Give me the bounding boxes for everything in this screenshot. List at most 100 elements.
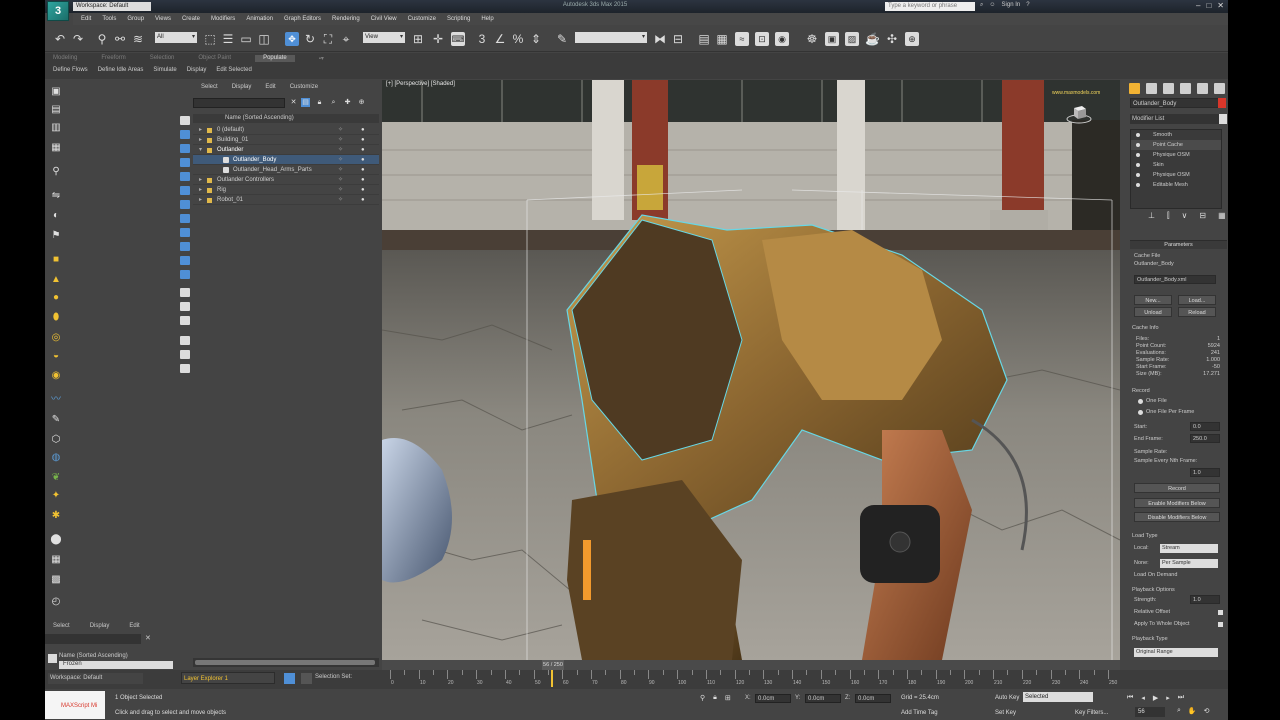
angle-snap-icon[interactable]: ∠ <box>493 32 507 46</box>
spinner-snap-icon[interactable]: ⇕ <box>529 32 543 46</box>
modifier-toggle-icon[interactable] <box>1136 133 1140 137</box>
select-move-icon[interactable]: ✥ <box>285 32 299 46</box>
render-toggle-icon[interactable]: ✧ <box>338 145 343 155</box>
isolate-icon[interactable]: ⚲ <box>700 694 705 702</box>
selection-set-icon[interactable] <box>301 673 312 684</box>
expand-arrow-icon[interactable]: ▾ <box>199 145 202 155</box>
key-filters-button[interactable]: Key Filters... <box>1075 710 1108 716</box>
ribbon-define-idle-areas[interactable]: Define Idle Areas <box>98 67 144 73</box>
ribbon-tab-populate[interactable]: Populate <box>255 55 295 62</box>
add-time-tag[interactable]: Add Time Tag <box>901 710 938 716</box>
object-name-field[interactable]: Outlander_Body <box>1130 98 1222 108</box>
time-slider[interactable]: 56 / 250 <box>382 660 1120 670</box>
sphere-gizmo-icon[interactable]: ⬤ <box>50 534 62 546</box>
motion-icon[interactable]: ◐ <box>50 210 62 222</box>
show-end-result-icon[interactable]: ⫿ <box>1167 211 1170 225</box>
ribbon-tab-modeling[interactable]: Modeling <box>53 55 77 62</box>
torus-primitive-icon[interactable]: ◎ <box>50 332 62 344</box>
render-toggle-icon[interactable]: ✧ <box>338 175 343 185</box>
one-file-per-frame-radio[interactable] <box>1138 410 1143 415</box>
render-toggle-icon[interactable]: ✧ <box>338 125 343 135</box>
absolute-mode-icon[interactable]: ⊞ <box>725 694 731 702</box>
render-setup-icon[interactable]: ☸ <box>805 32 819 46</box>
filter-all-icon[interactable] <box>180 288 190 297</box>
se-menu-select[interactable]: Select <box>201 84 218 90</box>
z-field[interactable]: 0.0cm <box>855 694 891 703</box>
ribbon-tab-object-paint[interactable]: Object Paint <box>198 55 231 62</box>
filter-hidden-icon[interactable] <box>180 270 190 279</box>
modifier-toggle-icon[interactable] <box>1136 143 1140 147</box>
ribbon-toggle-icon[interactable]: ▦ <box>715 32 729 46</box>
undo-icon[interactable]: ↶ <box>53 32 67 46</box>
track-bar[interactable]: 0 10 20 30 40 50 60 70 80 90 100 110 120 130 140 150 160… <box>390 670 1117 689</box>
stack-item[interactable]: Skin <box>1131 160 1221 170</box>
sphere-primitive-icon[interactable]: ● <box>50 292 62 304</box>
key-set-dropdown[interactable]: Selected <box>1023 692 1093 702</box>
merge-icon[interactable]: ▦ <box>50 142 62 154</box>
perspective-viewport[interactable]: [+] [Perspective] [Shaded] www.maxmodels… <box>382 80 1120 660</box>
filter-funnel-icon[interactable] <box>180 336 190 345</box>
mini-menu-select[interactable]: Select <box>53 623 70 629</box>
visibility-icon[interactable]: ● <box>361 195 365 205</box>
prev-frame-icon[interactable]: ◂ <box>1141 694 1145 702</box>
keyboard-shortcut-icon[interactable]: ⌨ <box>451 32 465 46</box>
geosphere-primitive-icon[interactable]: ◉ <box>50 370 62 382</box>
expand-arrow-icon[interactable]: ▸ <box>199 175 202 185</box>
filter-shapes-icon[interactable] <box>180 130 190 139</box>
render-toggle-icon[interactable]: ✧ <box>338 185 343 195</box>
se-menu-edit[interactable]: Edit <box>265 84 275 90</box>
tree-row[interactable]: ▸ Outlander Controllers ✧ ● <box>193 175 379 185</box>
ribbon-edit-selected[interactable]: Edit Selected <box>216 67 251 73</box>
bind-space-warp-icon[interactable]: ≋ <box>131 32 145 46</box>
sample-field[interactable]: 1.0 <box>1190 468 1220 477</box>
find-input[interactable] <box>193 98 285 108</box>
expand-arrow-icon[interactable]: ▸ <box>199 125 202 135</box>
strength-field[interactable]: 1.0 <box>1190 595 1220 604</box>
cylinder-primitive-icon[interactable]: ⬮ <box>50 312 62 324</box>
stack-item[interactable]: Smooth <box>1131 130 1221 140</box>
y-field[interactable]: 0.0cm <box>805 694 841 703</box>
unlink-icon[interactable]: ⚯ <box>113 32 127 46</box>
cone-primitive-icon[interactable]: ▲ <box>50 274 62 286</box>
select-rotate-icon[interactable]: ↻ <box>303 32 317 46</box>
layer-icon[interactable] <box>48 654 57 663</box>
render-toggle-icon[interactable]: ✧ <box>338 195 343 205</box>
new-button[interactable]: New... <box>1134 295 1172 305</box>
load-button[interactable]: Load... <box>1178 295 1216 305</box>
named-selection-dropdown[interactable] <box>575 32 647 43</box>
workspace-dropdown[interactable]: Workspace: Default <box>73 2 151 11</box>
menu-scripting[interactable]: Scripting <box>447 16 470 22</box>
time-slider-thumb[interactable]: 56 / 250 <box>542 660 564 670</box>
stack-item[interactable]: Editable Mesh <box>1131 180 1221 190</box>
maximize-icon[interactable]: □ <box>1206 1 1211 10</box>
parameters-rollout[interactable]: Parameters <box>1130 240 1227 249</box>
expand-arrow-icon[interactable]: ▸ <box>199 195 202 205</box>
filter-xrefs-icon[interactable] <box>180 214 190 223</box>
link-icon[interactable]: ⚲ <box>95 32 109 46</box>
pivot-center-icon[interactable]: ⊞ <box>411 32 425 46</box>
zoom-icon[interactable]: ⌕ <box>329 98 338 107</box>
play-icon[interactable]: ▶ <box>1153 694 1158 702</box>
modifier-toggle-icon[interactable] <box>1136 173 1140 177</box>
render-toggle-icon[interactable]: ✧ <box>338 135 343 145</box>
menu-help[interactable]: Help <box>481 16 493 22</box>
align-icon[interactable]: ⊟ <box>671 32 685 46</box>
bones-icon[interactable]: ✦ <box>50 490 62 502</box>
mini-menu-edit[interactable]: Edit <box>129 623 139 629</box>
tree-row[interactable]: ▸ Rig ✧ ● <box>193 185 379 195</box>
rect-region-icon[interactable]: ▭ <box>239 32 253 46</box>
stack-item[interactable]: Point Cache <box>1131 140 1221 150</box>
filter-containers-icon[interactable] <box>180 242 190 251</box>
current-frame-field[interactable]: 56 <box>1135 707 1165 717</box>
filter-bones-icon[interactable] <box>180 228 190 237</box>
ribbon-options-icon[interactable]: ▪▾ <box>319 55 324 62</box>
column-header[interactable]: Name (Sorted Ascending) <box>193 114 379 123</box>
render-active-icon[interactable]: ✣ <box>885 32 899 46</box>
search-input[interactable]: Type a keyword or phrase <box>885 2 975 11</box>
horizontal-scrollbar[interactable] <box>193 658 379 667</box>
one-file-radio[interactable] <box>1138 399 1143 404</box>
shape-line-icon[interactable]: 〰 <box>50 394 62 406</box>
teapot-primitive-icon[interactable]: ◒ <box>50 350 62 362</box>
motion-tab-icon[interactable] <box>1180 82 1191 94</box>
close-icon[interactable]: ✕ <box>1217 1 1224 10</box>
